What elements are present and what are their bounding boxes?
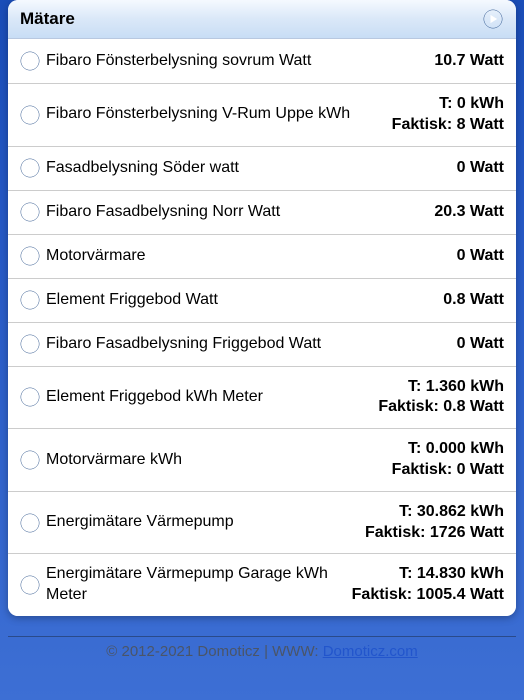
item-value: 0.8 Watt <box>443 290 504 311</box>
play-icon <box>20 105 40 125</box>
item-value: 0 Watt <box>457 246 504 267</box>
list-item[interactable]: Motorvärmare 0 Watt <box>8 234 516 278</box>
meters-panel: Mätare Fibaro Fönsterbelysning sovrum Wa… <box>8 0 516 616</box>
play-icon <box>20 513 40 533</box>
item-value: T: 0 kWh Faktisk: 8 Watt <box>392 94 504 136</box>
item-label: Fibaro Fasadbelysning Norr Watt <box>46 202 288 223</box>
item-left: Fibaro Fasadbelysning Norr Watt <box>20 202 434 223</box>
list-item[interactable]: Element Friggebod kWh Meter T: 1.360 kWh… <box>8 366 516 429</box>
play-icon <box>20 290 40 310</box>
play-icon <box>20 246 40 266</box>
list-item[interactable]: Fibaro Fönsterbelysning V-Rum Uppe kWh T… <box>8 83 516 146</box>
item-value: 0 Watt <box>457 158 504 179</box>
list-item[interactable]: Fibaro Fasadbelysning Friggebod Watt 0 W… <box>8 322 516 366</box>
list-item[interactable]: Fasadbelysning Söder watt 0 Watt <box>8 146 516 190</box>
play-icon <box>20 387 40 407</box>
item-value: T: 1.360 kWh Faktisk: 0.8 Watt <box>378 377 504 419</box>
item-play-icon[interactable] <box>20 387 40 407</box>
play-icon <box>20 202 40 222</box>
list-item[interactable]: Motorvärmare kWh T: 0.000 kWh Faktisk: 0… <box>8 428 516 491</box>
item-left: Fasadbelysning Söder watt <box>20 158 457 179</box>
item-left: Motorvärmare kWh <box>20 450 392 471</box>
item-label: Fibaro Fönsterbelysning sovrum Watt <box>46 51 319 72</box>
item-value: T: 0.000 kWh Faktisk: 0 Watt <box>392 439 504 481</box>
play-icon <box>20 575 40 595</box>
item-play-icon[interactable] <box>20 105 40 125</box>
item-play-icon[interactable] <box>20 246 40 266</box>
item-value: 20.3 Watt <box>434 202 504 223</box>
item-value: 10.7 Watt <box>434 51 504 72</box>
item-left: Fibaro Fasadbelysning Friggebod Watt <box>20 334 457 355</box>
item-play-icon[interactable] <box>20 513 40 533</box>
item-play-icon[interactable] <box>20 158 40 178</box>
item-left: Element Friggebod kWh Meter <box>20 387 378 408</box>
footer: © 2012-2021 Domoticz | WWW: Domoticz.com <box>8 636 516 660</box>
list-item[interactable]: Fibaro Fasadbelysning Norr Watt 20.3 Wat… <box>8 190 516 234</box>
item-play-icon[interactable] <box>20 575 40 595</box>
list-item[interactable]: Fibaro Fönsterbelysning sovrum Watt 10.7… <box>8 39 516 83</box>
item-left: Fibaro Fönsterbelysning sovrum Watt <box>20 51 434 72</box>
play-icon <box>483 9 503 29</box>
item-value: 0 Watt <box>457 334 504 355</box>
meters-list: Fibaro Fönsterbelysning sovrum Watt 10.7… <box>8 39 516 616</box>
item-label: Element Friggebod kWh Meter <box>46 387 271 408</box>
item-left: Energimätare Värmepump Garage kWh Meter <box>20 564 352 606</box>
item-left: Fibaro Fönsterbelysning V-Rum Uppe kWh <box>20 104 392 125</box>
item-label: Energimätare Värmepump <box>46 512 242 533</box>
footer-copyright: © 2012-2021 Domoticz | WWW: <box>106 643 322 660</box>
item-play-icon[interactable] <box>20 202 40 222</box>
item-label: Fasadbelysning Söder watt <box>46 158 247 179</box>
item-label: Fibaro Fasadbelysning Friggebod Watt <box>46 334 329 355</box>
item-label: Motorvärmare kWh <box>46 450 190 471</box>
play-icon <box>20 158 40 178</box>
item-label: Energimätare Värmepump Garage kWh Meter <box>46 564 352 606</box>
item-label: Fibaro Fönsterbelysning V-Rum Uppe kWh <box>46 104 358 125</box>
item-play-icon[interactable] <box>20 51 40 71</box>
footer-link[interactable]: Domoticz.com <box>323 643 418 660</box>
item-play-icon[interactable] <box>20 334 40 354</box>
item-label: Motorvärmare <box>46 246 154 267</box>
item-left: Motorvärmare <box>20 246 457 267</box>
item-left: Energimätare Värmepump <box>20 512 365 533</box>
item-play-icon[interactable] <box>20 290 40 310</box>
item-play-icon[interactable] <box>20 450 40 470</box>
list-item[interactable]: Energimätare Värmepump Garage kWh Meter … <box>8 553 516 616</box>
list-item[interactable]: Energimätare Värmepump T: 30.862 kWh Fak… <box>8 491 516 554</box>
item-value: T: 30.862 kWh Faktisk: 1726 Watt <box>365 502 504 544</box>
panel-title: Mätare <box>20 9 75 29</box>
item-label: Element Friggebod Watt <box>46 290 226 311</box>
panel-header: Mätare <box>8 0 516 39</box>
item-left: Element Friggebod Watt <box>20 290 443 311</box>
play-icon <box>20 334 40 354</box>
play-icon <box>20 450 40 470</box>
item-value: T: 14.830 kWh Faktisk: 1005.4 Watt <box>352 564 504 606</box>
list-item[interactable]: Element Friggebod Watt 0.8 Watt <box>8 278 516 322</box>
header-play-button[interactable] <box>482 8 504 30</box>
play-icon <box>20 51 40 71</box>
